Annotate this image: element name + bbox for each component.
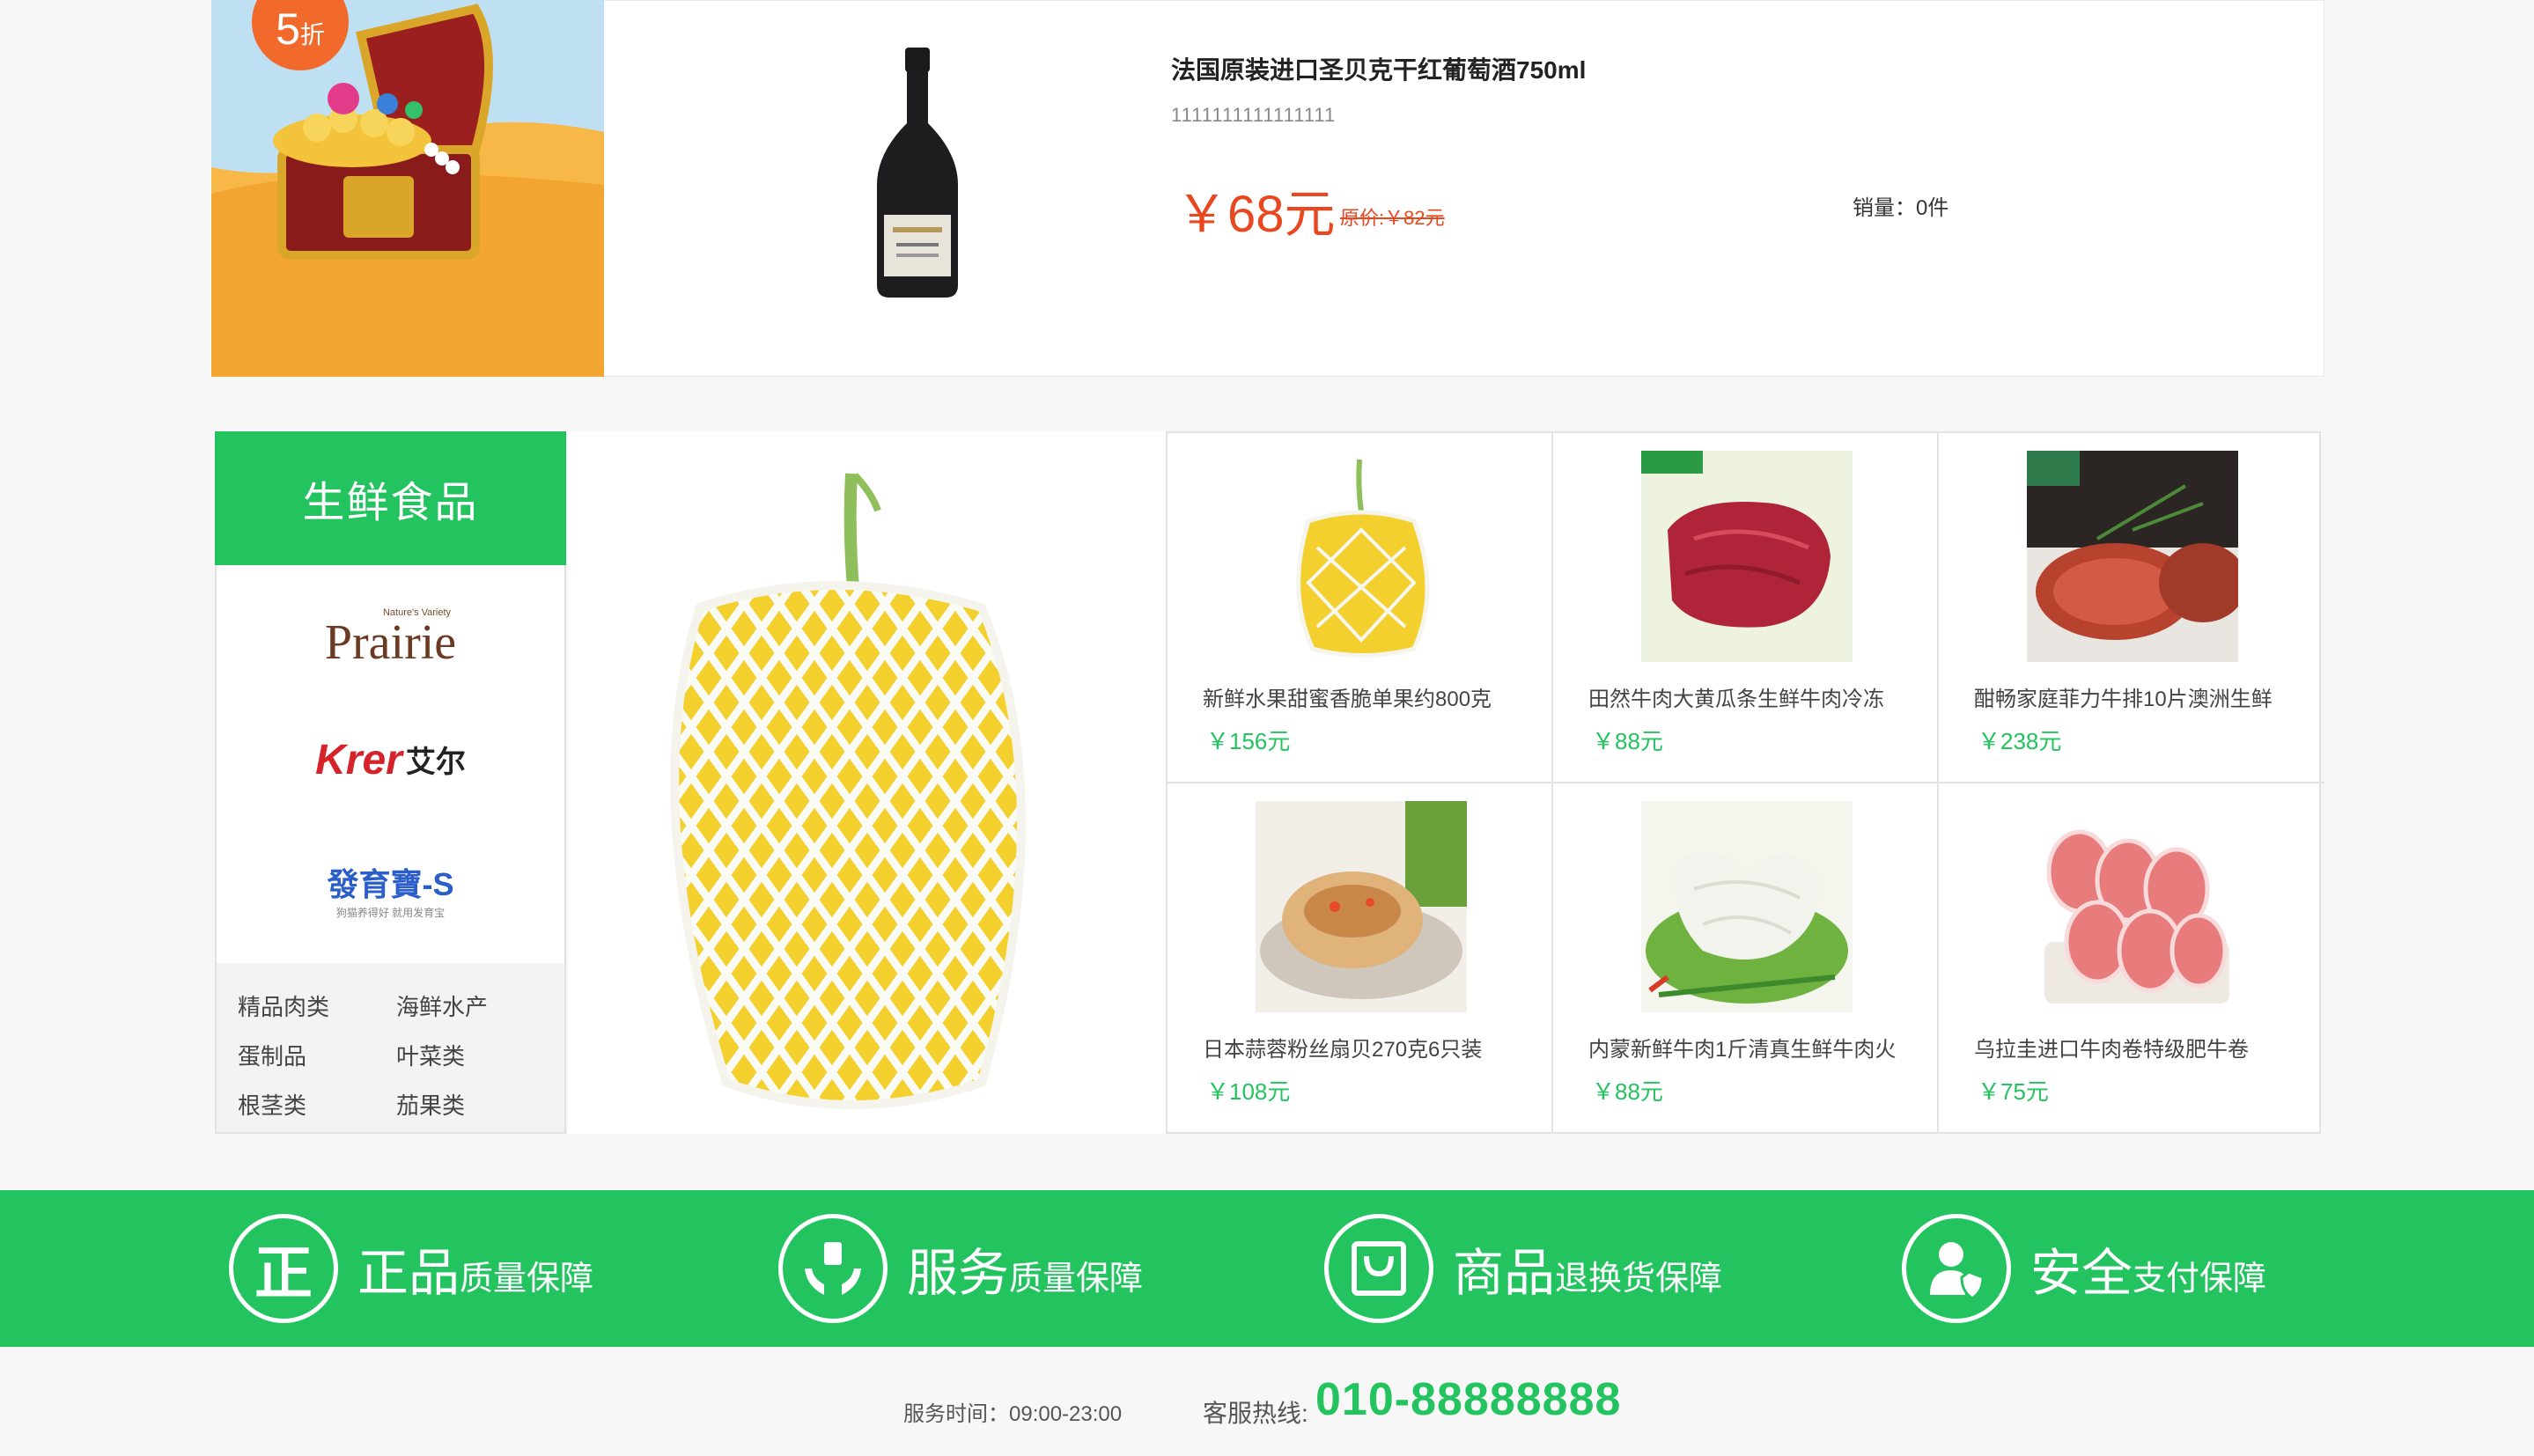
user-shield-icon: [1902, 1214, 2011, 1323]
netted-pear-illustration: [670, 473, 1026, 1109]
hands-service-icon: [778, 1214, 888, 1323]
subcategory-item[interactable]: 叶菜类: [396, 1039, 465, 1071]
guarantee-genuine[interactable]: 正 正品 质量保障: [229, 1190, 593, 1347]
product-card[interactable]: 田然牛肉大黄瓜条生鲜牛肉冷冻 ￥88元: [1553, 433, 1939, 783]
guarantee-subtitle: 质量保障: [1009, 1260, 1144, 1298]
guarantee-title: 安全: [2030, 1245, 2133, 1302]
brand-krer[interactable]: Krer 艾尔: [215, 736, 566, 784]
guarantee-title: 服务: [907, 1245, 1010, 1302]
brand-fayubao-name: 發育寶-S: [327, 866, 454, 902]
subcategory-item[interactable]: 蛋制品: [238, 1039, 306, 1071]
promo-banner[interactable]: 5 折: [211, 0, 604, 377]
product-price: ￥75元: [1978, 1078, 2049, 1105]
product-price: ￥156元: [1206, 728, 1291, 754]
product-price: ￥238元: [1978, 728, 2062, 754]
wine-subtitle: 1111111111111111: [1171, 104, 1337, 126]
brand-fayubao-tagline: 狗猫养得好 就用发育宝: [335, 907, 446, 919]
guarantee-title: 正品: [357, 1245, 460, 1302]
subcategory-item[interactable]: 根茎类: [238, 1088, 306, 1121]
product-price: ￥88元: [1592, 728, 1663, 754]
product-card[interactable]: 乌拉圭进口牛肉卷特级肥牛卷 ￥75元: [1939, 783, 2324, 1134]
discount-number: 5: [276, 4, 300, 54]
subcategory-item[interactable]: 茄果类: [396, 1088, 465, 1121]
guarantee-subtitle: 支付保障: [2133, 1260, 2267, 1298]
product-name[interactable]: 新鲜水果甜蜜香脆单果约800克: [1203, 681, 1492, 712]
scallop-thumbnail: [1256, 801, 1467, 1012]
product-name[interactable]: 内蒙新鲜牛肉1斤清真生鲜牛肉火: [1588, 1032, 1896, 1063]
guarantee-goods[interactable]: 商品 退换货保障: [1324, 1190, 1722, 1347]
guarantee-subtitle: 退换货保障: [1555, 1260, 1723, 1298]
wine-title[interactable]: 法国原装进口圣贝克干红葡萄酒750ml: [1171, 51, 1586, 86]
tripe-thumbnail: [1641, 801, 1853, 1012]
brand-krer-cn: 艾尔: [405, 746, 466, 779]
product-card[interactable]: 日本蒜蓉粉丝扇贝270克6只装 ￥108元: [1168, 783, 1553, 1134]
guarantee-subtitle: 质量保障: [460, 1260, 594, 1298]
product-name[interactable]: 日本蒜蓉粉丝扇贝270克6只装: [1203, 1032, 1482, 1063]
product-card[interactable]: 酣畅家庭菲力牛排10片澳洲生鲜 ￥238元: [1939, 433, 2324, 783]
guarantee-title: 商品: [1453, 1245, 1556, 1302]
brand-krer-name: Krer: [315, 737, 402, 783]
product-name[interactable]: 乌拉圭进口牛肉卷特级肥牛卷: [1974, 1032, 2249, 1063]
beef-thumbnail: [1641, 451, 1853, 662]
product-price: ￥108元: [1206, 1078, 1291, 1105]
genuine-icon: 正: [229, 1214, 338, 1323]
hotline-label: 客服热线:: [1203, 1400, 1308, 1427]
discount-unit: 折: [299, 20, 325, 48]
brand-prairie[interactable]: Nature's Variety Prairie: [215, 607, 566, 667]
product-name[interactable]: 酣畅家庭菲力牛排10片澳洲生鲜: [1974, 681, 2272, 712]
pear-thumbnail: [1256, 451, 1467, 662]
guarantee-service[interactable]: 服务 质量保障: [778, 1190, 1143, 1347]
product-card[interactable]: 新鲜水果甜蜜香脆单果约800克 ￥156元: [1168, 433, 1553, 783]
category-title[interactable]: 生鲜食品: [215, 431, 566, 565]
subcategory-item[interactable]: 精品肉类: [238, 989, 329, 1022]
beef-roll-thumbnail: [2027, 801, 2238, 1012]
subcategory-item[interactable]: 海鲜水产: [396, 989, 488, 1022]
product-price: ￥88元: [1592, 1078, 1663, 1105]
guarantee-safety[interactable]: 安全 支付保障: [1902, 1190, 2266, 1347]
product-grid: 新鲜水果甜蜜香脆单果约800克 ￥156元 田然牛肉大黄瓜条生鲜牛肉冷冻 ￥88…: [1166, 431, 2324, 1134]
product-name[interactable]: 田然牛肉大黄瓜条生鲜牛肉冷冻: [1588, 681, 1884, 712]
wine-sales: 销量：0件: [1853, 196, 1949, 220]
product-card[interactable]: 内蒙新鲜牛肉1斤清真生鲜牛肉火 ￥88元: [1553, 783, 1939, 1134]
wine-price: ￥68元: [1176, 186, 1336, 243]
hotline-number[interactable]: 010-88888888: [1315, 1373, 1621, 1426]
featured-product-image[interactable]: [568, 431, 1166, 1134]
wine-bottle-image[interactable]: [873, 48, 961, 298]
brand-prairie-name: Prairie: [324, 615, 457, 670]
brand-fayubao[interactable]: 發育寶-S 狗猫养得好 就用发育宝: [215, 859, 566, 920]
guarantee-bar: 正 正品 质量保障 服务 质量保障 商品 退换货保障 安全 支付保障: [0, 1190, 2534, 1347]
steak-thumbnail: [2027, 451, 2238, 662]
wine-original-price: 原价:￥82元: [1340, 207, 1445, 229]
service-hours: 服务时间：09:00-23:00: [903, 1402, 1123, 1426]
shopping-bag-icon: [1324, 1214, 1433, 1323]
